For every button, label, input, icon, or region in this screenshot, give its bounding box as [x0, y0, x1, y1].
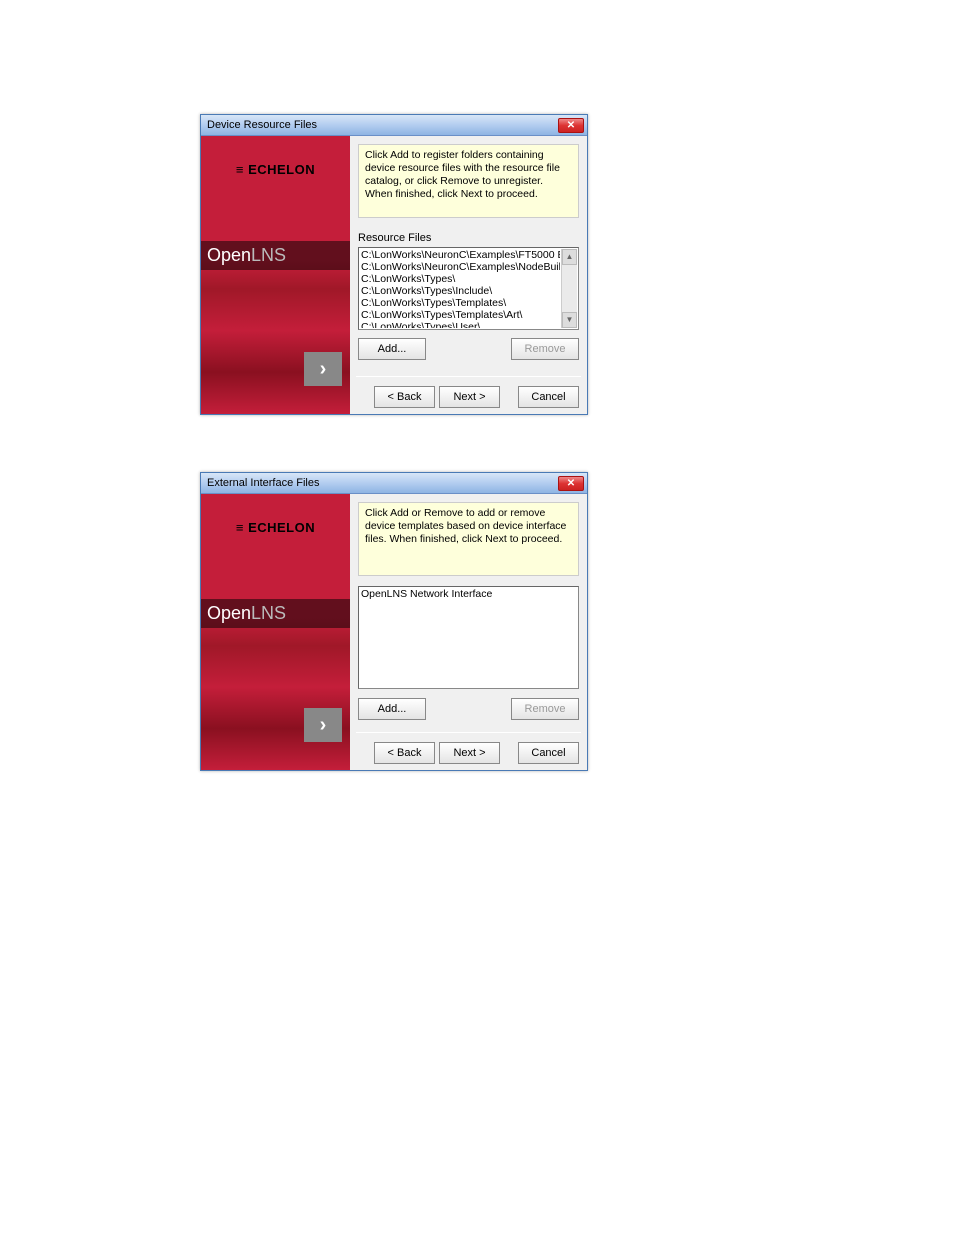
add-button[interactable]: Add...	[358, 338, 426, 360]
device-resource-files-dialog: Device Resource Files ✕ ECHELON OpenLNS …	[200, 114, 588, 415]
hint-text: Click Add to register folders containing…	[358, 144, 579, 218]
interface-files-listbox[interactable]: OpenLNS Network Interface	[358, 586, 579, 689]
cancel-button[interactable]: Cancel	[518, 742, 579, 764]
external-interface-files-dialog: External Interface Files ✕ ECHELON OpenL…	[200, 472, 588, 771]
content-panel: Click Add or Remove to add or remove dev…	[350, 494, 587, 770]
window-title: Device Resource Files	[207, 119, 317, 131]
openlns-logo: OpenLNS	[201, 599, 350, 628]
close-icon[interactable]: ✕	[558, 476, 584, 491]
resource-files-listbox[interactable]: C:\LonWorks\NeuronC\Examples\FT5000 EVE …	[358, 247, 579, 330]
list-item[interactable]: OpenLNS Network Interface	[361, 588, 560, 600]
echelon-logo: ECHELON	[201, 162, 350, 177]
hint-text: Click Add or Remove to add or remove dev…	[358, 502, 579, 576]
titlebar[interactable]: External Interface Files ✕	[201, 473, 587, 494]
wizard-sidebar: ECHELON OpenLNS ›	[201, 494, 350, 770]
wizard-nav-row: < Back Next > Cancel	[374, 386, 579, 408]
openlns-open: Open	[207, 245, 251, 265]
listbox-content: OpenLNS Network Interface	[361, 588, 560, 687]
sidebar-graphic: ECHELON OpenLNS ›	[201, 136, 350, 414]
openlns-lns: LNS	[251, 245, 286, 265]
add-button[interactable]: Add...	[358, 698, 426, 720]
next-button[interactable]: Next >	[439, 386, 500, 408]
openlns-open: Open	[207, 603, 251, 623]
sidebar-graphic: ECHELON OpenLNS ›	[201, 494, 350, 770]
list-item[interactable]: C:\LonWorks\Types\	[361, 273, 560, 285]
close-icon[interactable]: ✕	[558, 118, 584, 133]
list-item[interactable]: C:\LonWorks\NeuronC\Examples\FT5000 EVE	[361, 249, 560, 261]
next-button[interactable]: Next >	[439, 742, 500, 764]
divider	[356, 376, 581, 377]
scroll-down-icon[interactable]: ▼	[562, 312, 577, 328]
wizard-nav-row: < Back Next > Cancel	[374, 742, 579, 764]
scroll-up-icon[interactable]: ▲	[562, 249, 577, 265]
content-panel: Click Add to register folders containing…	[350, 136, 587, 414]
remove-button: Remove	[511, 698, 579, 720]
list-item[interactable]: C:\LonWorks\Types\Templates\Art\	[361, 309, 560, 321]
openlns-logo: OpenLNS	[201, 241, 350, 270]
list-item[interactable]: C:\LonWorks\Types\User\	[361, 321, 560, 328]
listbox-content: C:\LonWorks\NeuronC\Examples\FT5000 EVE …	[361, 249, 560, 328]
chevron-right-icon: ›	[304, 352, 342, 386]
dialog-body: ECHELON OpenLNS › Click Add to register …	[201, 136, 587, 414]
list-item[interactable]: C:\LonWorks\Types\Templates\	[361, 297, 560, 309]
cancel-button[interactable]: Cancel	[518, 386, 579, 408]
list-item[interactable]: C:\LonWorks\NeuronC\Examples\NodeBuilder	[361, 261, 560, 273]
back-button[interactable]: < Back	[374, 742, 435, 764]
wizard-sidebar: ECHELON OpenLNS ›	[201, 136, 350, 414]
echelon-logo: ECHELON	[201, 520, 350, 535]
divider	[356, 732, 581, 733]
scrollbar[interactable]: ▲ ▼	[561, 249, 577, 328]
list-item[interactable]: C:\LonWorks\Types\Include\	[361, 285, 560, 297]
list-button-row: Add... Remove	[358, 698, 579, 720]
openlns-lns: LNS	[251, 603, 286, 623]
remove-button: Remove	[511, 338, 579, 360]
resource-files-label: Resource Files	[358, 232, 431, 244]
window-title: External Interface Files	[207, 477, 320, 489]
back-button[interactable]: < Back	[374, 386, 435, 408]
titlebar[interactable]: Device Resource Files ✕	[201, 115, 587, 136]
list-button-row: Add... Remove	[358, 338, 579, 360]
chevron-right-icon: ›	[304, 708, 342, 742]
dialog-body: ECHELON OpenLNS › Click Add or Remove to…	[201, 494, 587, 770]
